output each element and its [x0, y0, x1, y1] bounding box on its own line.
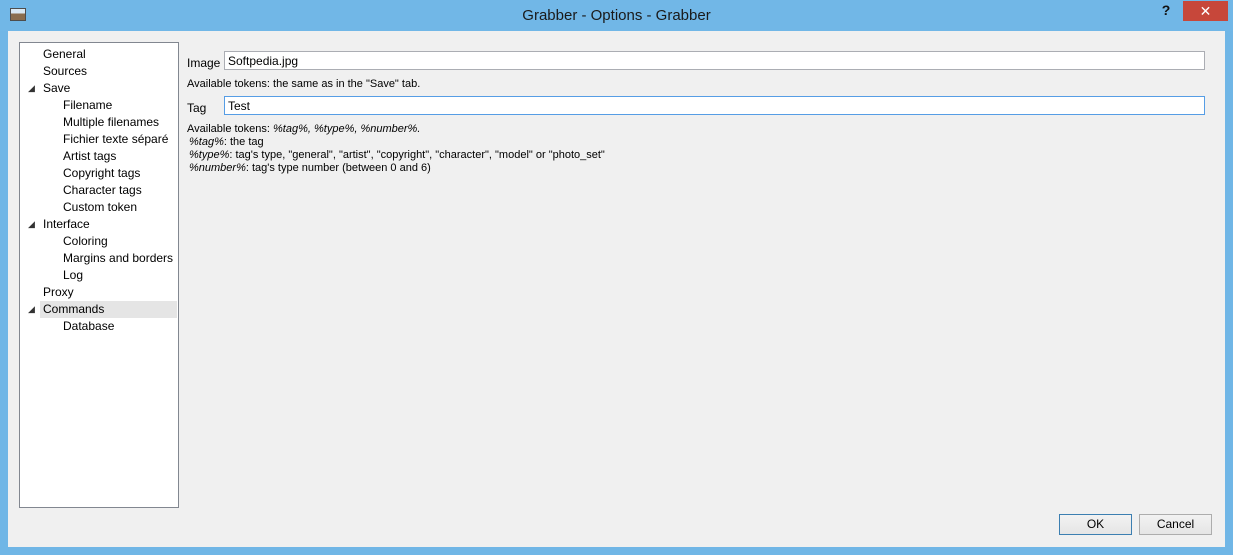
- tree-item-sources[interactable]: Sources: [43, 63, 87, 80]
- tree-item-artist-tags[interactable]: Artist tags: [63, 148, 116, 165]
- tag-token-desc: : the tag: [223, 136, 264, 148]
- expand-arrow-icon[interactable]: ◢: [28, 301, 35, 318]
- tree-item-fichier-texte-s-par-[interactable]: Fichier texte séparé: [63, 131, 168, 148]
- tree-item-multiple-filenames[interactable]: Multiple filenames: [63, 114, 159, 131]
- tree-item-save[interactable]: Save: [43, 80, 70, 97]
- tokens-prefix: Available tokens:: [187, 123, 274, 135]
- options-window: Grabber - Options - Grabber ? ✕ General S…: [0, 0, 1233, 555]
- number-token: %number%: [189, 162, 246, 174]
- tree-item-proxy[interactable]: Proxy: [43, 284, 74, 301]
- tree-item-general[interactable]: General: [43, 46, 86, 63]
- tree-item-margins-and-borders[interactable]: Margins and borders: [63, 250, 173, 267]
- tag-label: Tag: [187, 101, 207, 115]
- tag-tokens-note: Available tokens: %tag%, %type%, %number…: [187, 123, 420, 136]
- tree-item-character-tags[interactable]: Character tags: [63, 182, 142, 199]
- number-token-help: %number%: tag's type number (between 0 a…: [189, 162, 431, 175]
- expand-arrow-icon[interactable]: ◢: [28, 80, 35, 97]
- help-button[interactable]: ?: [1155, 2, 1177, 22]
- type-token: %type%: [189, 149, 230, 161]
- expand-arrow-icon[interactable]: ◢: [28, 216, 35, 233]
- tree-item-custom-token[interactable]: Custom token: [63, 199, 137, 216]
- tree-item-filename[interactable]: Filename: [63, 97, 112, 114]
- image-label: Image: [187, 56, 221, 70]
- window-title: Grabber - Options - Grabber: [522, 7, 711, 24]
- dialog-body: General Sources Save ◢ Filename Multiple file…: [8, 31, 1225, 547]
- type-token-desc: : tag's type, "general", "artist", "copy…: [229, 149, 605, 161]
- tag-field[interactable]: [224, 96, 1205, 115]
- tree-item-interface[interactable]: Interface: [43, 216, 90, 233]
- options-tree[interactable]: General Sources Save ◢ Filename Multiple file…: [19, 42, 179, 508]
- tag-token: %tag%: [189, 136, 224, 148]
- tree-item-log[interactable]: Log: [63, 267, 83, 284]
- tree-item-database[interactable]: Database: [63, 318, 114, 335]
- image-tokens-note: Available tokens: the same as in the "Sa…: [187, 78, 421, 90]
- tag-token-help: %tag%: the tag: [189, 136, 264, 149]
- close-button[interactable]: ✕: [1183, 1, 1228, 21]
- tokens-list: %tag%, %type%, %number%.: [273, 123, 421, 135]
- cancel-button[interactable]: Cancel: [1139, 514, 1212, 535]
- tree-item-commands[interactable]: Commands: [40, 301, 177, 318]
- type-token-help: %type%: tag's type, "general", "artist",…: [189, 149, 605, 162]
- ok-button[interactable]: OK: [1059, 514, 1132, 535]
- title-bar[interactable]: Grabber - Options - Grabber ? ✕: [0, 0, 1233, 31]
- image-field[interactable]: [224, 51, 1205, 70]
- number-token-desc: : tag's type number (between 0 and 6): [245, 162, 431, 174]
- tree-item-coloring[interactable]: Coloring: [63, 233, 108, 250]
- tree-item-copyright-tags[interactable]: Copyright tags: [63, 165, 140, 182]
